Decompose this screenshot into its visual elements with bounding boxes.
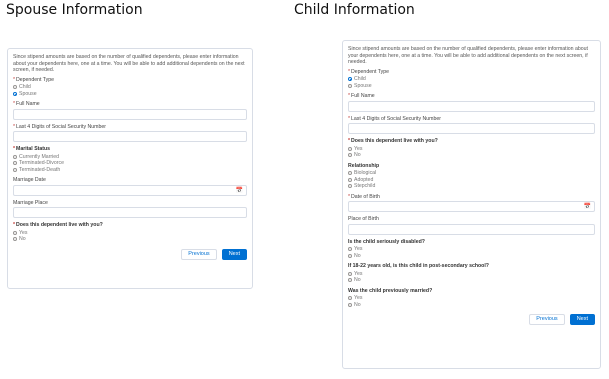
spouse-next-button[interactable]: Next (221, 248, 247, 260)
radio-button[interactable] (348, 247, 352, 252)
child-ssn-label: Last 4 Digits of Social Security Number (351, 115, 441, 122)
spouse-full-name-label: Full Name (16, 101, 40, 107)
calendar-icon[interactable]: 📅 (584, 204, 591, 210)
child-relationship-group: Relationship Biological Adopted Stepchil… (348, 163, 595, 190)
radio-button-selected[interactable] (13, 91, 17, 96)
child-intro-text: Since stipend amounts are based on the n… (348, 46, 588, 65)
radio-button[interactable] (348, 153, 352, 158)
spouse-marriage-date-input[interactable]: 📅 (13, 184, 247, 196)
radio-button[interactable] (348, 302, 352, 307)
radio-button[interactable] (348, 253, 352, 258)
child-date-of-birth-input[interactable]: 📅 (348, 201, 595, 212)
spouse-full-name-input[interactable] (13, 108, 247, 120)
child-post-secondary-group: If 18-22 years old, is this child in pos… (348, 263, 595, 284)
spouse-marital-terminated-death-option[interactable]: Terminated-Death (13, 167, 247, 174)
radio-button[interactable] (348, 184, 352, 189)
spouse-marriage-place-label: Marriage Place (13, 199, 48, 206)
child-post-secondary-label: If 18-22 years old, is this child in pos… (348, 263, 489, 269)
radio-button[interactable] (13, 154, 17, 159)
spouse-lives-with-you-label: Does this dependent live with you? (16, 222, 103, 228)
radio-button[interactable] (13, 167, 17, 172)
spouse-ssn-label: Last 4 Digits of Social Security Number (16, 123, 106, 130)
child-date-of-birth-label: Date of Birth (351, 193, 380, 200)
spouse-dependent-type-spouse-option[interactable]: Spouse (13, 91, 247, 98)
spouse-form: Since stipend amounts are based on the n… (7, 48, 253, 289)
child-heading: Child Information (294, 2, 415, 18)
child-full-name-label: Full Name (351, 93, 375, 99)
child-disabled-no-option[interactable]: No (348, 253, 595, 260)
radio-button[interactable] (13, 230, 17, 235)
radio-button[interactable] (348, 271, 352, 276)
child-disabled-label: Is the child seriously disabled? (348, 238, 425, 245)
radio-button[interactable] (348, 171, 352, 176)
spouse-dependent-type-group: *Dependent Type Child Spouse (13, 77, 247, 98)
spouse-previous-button[interactable]: Previous (181, 248, 217, 260)
radio-button[interactable] (13, 161, 17, 166)
spouse-marital-status-label: Marital Status (16, 146, 51, 152)
child-place-of-birth-input[interactable] (348, 223, 595, 235)
child-previously-married-label: Was the child previously married? (348, 287, 433, 294)
radio-button[interactable] (13, 237, 17, 242)
child-dependent-type-group: *Dependent Type Child Spouse (348, 69, 595, 90)
spouse-marriage-place-input[interactable] (13, 207, 247, 218)
spouse-lives-no-option[interactable]: No (13, 236, 247, 243)
child-post-secondary-no-option[interactable]: No (348, 277, 595, 284)
child-relationship-stepchild-option[interactable]: Stepchild (348, 183, 595, 190)
child-lives-with-you-group: *Does this dependent live with you? Yes … (348, 138, 595, 159)
child-previously-married-group: Was the child previously married? Yes No (348, 288, 595, 309)
child-dependent-type-spouse-option[interactable]: Spouse (348, 83, 595, 90)
child-full-name-input[interactable] (348, 100, 595, 112)
radio-button[interactable] (348, 278, 352, 283)
child-relationship-label: Relationship (348, 162, 380, 169)
radio-button[interactable] (348, 83, 352, 88)
child-next-button[interactable]: Next (569, 314, 595, 325)
radio-button[interactable] (348, 177, 352, 182)
child-lives-no-option[interactable]: No (348, 152, 595, 159)
child-previously-married-no-option[interactable]: No (348, 302, 595, 309)
spouse-lives-with-you-group: *Does this dependent live with you? Yes … (13, 222, 247, 243)
spouse-dependent-type-label: Dependent Type (16, 76, 55, 83)
child-place-of-birth-label: Place of Birth (348, 216, 379, 222)
radio-button[interactable] (348, 296, 352, 301)
child-form: Since stipend amounts are based on the n… (342, 40, 601, 369)
child-lives-with-you-label: Does this dependent live with you? (351, 138, 438, 144)
spouse-marriage-date-label: Marriage Date (13, 177, 46, 183)
child-ssn-input[interactable] (348, 123, 595, 134)
child-previous-button[interactable]: Previous (529, 314, 565, 325)
spouse-intro-text: Since stipend amounts are based on the n… (13, 54, 245, 73)
calendar-icon[interactable]: 📅 (236, 188, 243, 194)
spouse-ssn-input[interactable] (13, 131, 247, 142)
radio-button[interactable] (348, 146, 352, 151)
spouse-marital-status-group: *Marital Status Currently Married Termin… (13, 146, 247, 173)
child-disabled-group: Is the child seriously disabled? Yes No (348, 239, 595, 260)
spouse-heading: Spouse Information (6, 2, 143, 18)
child-dependent-type-label: Dependent Type (351, 68, 390, 75)
radio-button[interactable] (13, 85, 17, 90)
radio-button-selected[interactable] (348, 77, 352, 82)
